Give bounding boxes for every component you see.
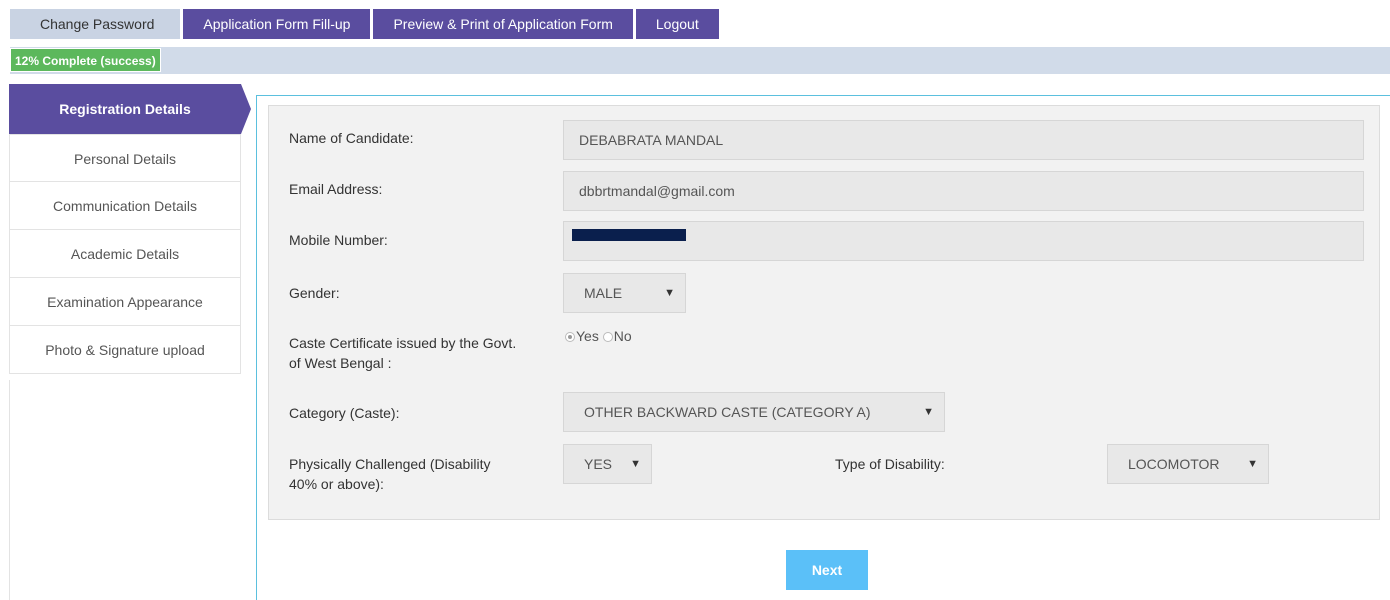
- physically-challenged-label: Physically Challenged (Disability 40% or…: [289, 454, 491, 494]
- sidebar-item-registration-details[interactable]: Registration Details: [9, 84, 251, 134]
- physically-challenged-label-line2: 40% or above):: [289, 476, 384, 492]
- physically-challenged-select[interactable]: YES ▼: [563, 444, 652, 484]
- sidebar-item-communication-details[interactable]: Communication Details: [9, 182, 241, 230]
- physically-challenged-label-line1: Physically Challenged (Disability: [289, 456, 491, 472]
- chevron-down-icon: ▼: [1247, 458, 1258, 470]
- email-field[interactable]: dbbrtmandal@gmail.com: [563, 171, 1364, 211]
- mobile-field[interactable]: [563, 221, 1364, 261]
- tab-preview-print[interactable]: Preview & Print of Application Form: [373, 9, 633, 39]
- tab-change-password[interactable]: Change Password: [10, 9, 181, 39]
- sidebar-divider: [9, 380, 10, 600]
- disability-type-select[interactable]: LOCOMOTOR ▼: [1107, 444, 1269, 484]
- gender-select-value: MALE: [584, 285, 623, 301]
- caste-cert-yes-label: Yes: [576, 328, 599, 344]
- chevron-down-icon: ▼: [630, 458, 641, 470]
- sidebar-item-academic-details[interactable]: Academic Details: [9, 230, 241, 278]
- category-select[interactable]: OTHER BACKWARD CASTE (CATEGORY A) ▼: [563, 392, 945, 432]
- top-navigation: Change Password Application Form Fill-up…: [10, 9, 722, 39]
- category-select-value: OTHER BACKWARD CASTE (CATEGORY A): [584, 404, 871, 420]
- disability-type-select-value: LOCOMOTOR: [1128, 456, 1220, 472]
- caste-cert-yes-radio[interactable]: [565, 332, 575, 342]
- sidebar-item-examination-appearance[interactable]: Examination Appearance: [9, 278, 241, 326]
- redaction-mark: [572, 229, 686, 241]
- sidebar-nav: Registration Details Personal Details Co…: [9, 84, 251, 374]
- caste-cert-label: Caste Certificate issued by the Govt. of…: [289, 333, 516, 373]
- physically-challenged-select-value: YES: [584, 456, 613, 472]
- chevron-down-icon: ▼: [664, 287, 675, 299]
- disability-type-label: Type of Disability:: [835, 456, 945, 472]
- caste-cert-no-radio[interactable]: [602, 332, 613, 342]
- next-button[interactable]: Next: [786, 550, 868, 590]
- caste-cert-label-line2: of West Bengal :: [289, 355, 392, 371]
- tab-logout[interactable]: Logout: [635, 9, 719, 39]
- progress-track: 12% Complete (success): [10, 47, 1390, 74]
- progress-bar: 12% Complete (success): [10, 48, 161, 72]
- name-field[interactable]: DEBABRATA MANDAL: [563, 120, 1364, 160]
- gender-label: Gender:: [289, 285, 340, 301]
- gender-select[interactable]: MALE ▼: [563, 273, 686, 313]
- category-label: Category (Caste):: [289, 405, 400, 421]
- sidebar-item-photo-signature-upload[interactable]: Photo & Signature upload: [9, 326, 241, 374]
- caste-cert-no-label: No: [613, 328, 632, 344]
- mobile-label: Mobile Number:: [289, 232, 388, 248]
- name-label: Name of Candidate:: [289, 130, 414, 146]
- sidebar-item-personal-details[interactable]: Personal Details: [9, 134, 241, 182]
- chevron-down-icon: ▼: [923, 406, 934, 418]
- caste-cert-radio-group: Yes No: [565, 328, 632, 344]
- email-label: Email Address:: [289, 181, 383, 197]
- tab-application-form-fillup[interactable]: Application Form Fill-up: [183, 9, 371, 39]
- caste-cert-label-line1: Caste Certificate issued by the Govt.: [289, 335, 517, 351]
